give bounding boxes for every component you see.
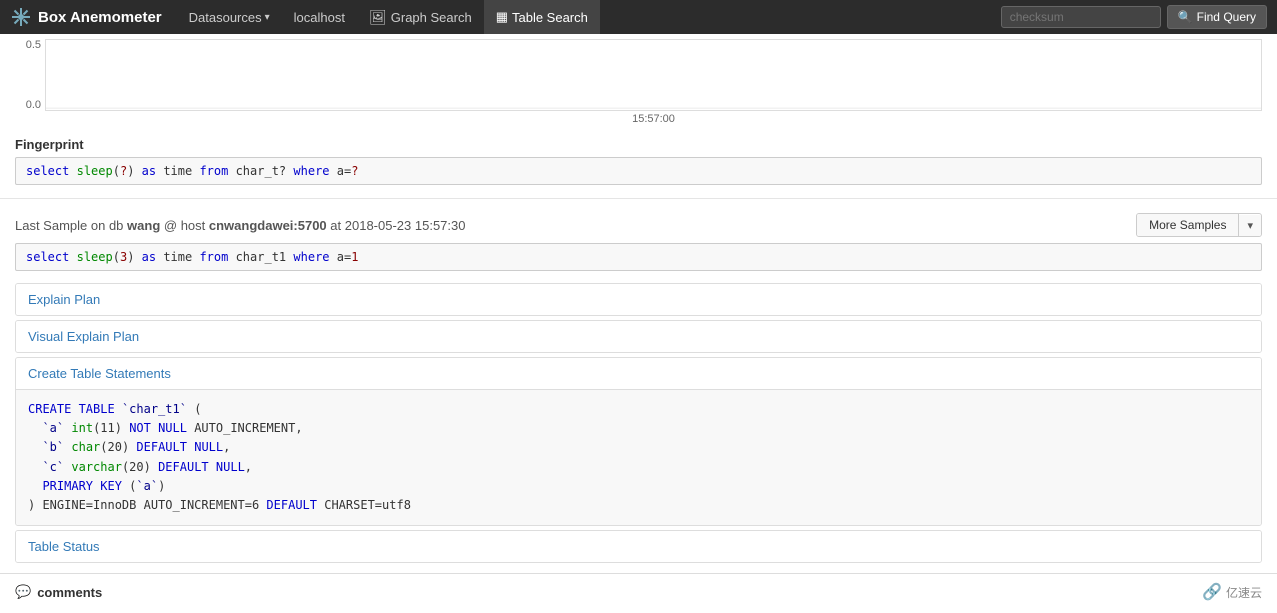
nav-item-table-search[interactable]: ▦ Table Search	[484, 0, 600, 34]
comments-icon: 💬	[15, 584, 31, 600]
create-table-header[interactable]: Create Table Statements	[16, 358, 1261, 389]
chart-area: 0.5 0.0 15:57:00	[0, 34, 1277, 129]
fingerprint-label: Fingerprint	[15, 137, 1262, 152]
chart-wrapper: 0.5 0.0	[15, 39, 1262, 111]
visual-explain-header[interactable]: Visual Explain Plan	[16, 321, 1261, 352]
comments-label: comments	[37, 585, 102, 600]
x-axis-label: 15:57:00	[45, 113, 1262, 125]
content: 0.5 0.0 15:57:00 Fingerprint select slee…	[0, 34, 1277, 610]
navbar: Box Anemometer Datasources ▾ localhost 🖼…	[0, 0, 1277, 34]
create-table-section: Create Table Statements CREATE TABLE `ch…	[15, 357, 1262, 526]
chart-canvas	[45, 39, 1262, 111]
explain-plan-section: Explain Plan	[15, 283, 1262, 316]
fingerprint-section: Fingerprint select sleep(?) as time from…	[0, 129, 1277, 190]
brand[interactable]: Box Anemometer	[10, 6, 162, 28]
last-sample-code-wrap: select sleep(3) as time from char_t1 whe…	[0, 243, 1277, 279]
table-icon: ▦	[496, 9, 508, 25]
y-bottom-label: 0.0	[15, 99, 41, 111]
more-samples-label: More Samples	[1137, 214, 1239, 236]
y-axis-labels: 0.5 0.0	[15, 39, 45, 111]
create-table-code: CREATE TABLE `char_t1` ( `a` int(11) NOT…	[28, 400, 1249, 515]
find-query-button[interactable]: 🔍 Find Query	[1167, 5, 1267, 29]
search-icon: 🔍	[1178, 10, 1193, 24]
brand-label: Box Anemometer	[38, 9, 162, 26]
table-status-section: Table Status	[15, 530, 1262, 563]
more-samples-caret[interactable]: ▾	[1239, 215, 1261, 236]
graph-icon: 🖼	[369, 9, 387, 26]
create-table-body: CREATE TABLE `char_t1` ( `a` int(11) NOT…	[16, 389, 1261, 525]
last-sample-at: at	[330, 218, 344, 233]
last-sample-db: wang	[127, 218, 160, 233]
nav-item-localhost[interactable]: localhost	[282, 0, 357, 34]
visual-explain-section: Visual Explain Plan	[15, 320, 1262, 353]
comments-title: 💬 comments	[15, 584, 102, 600]
y-top-label: 0.5	[15, 39, 41, 51]
table-status-header[interactable]: Table Status	[16, 531, 1261, 562]
table-search-label: Table Search	[512, 10, 588, 25]
last-sample-code: select sleep(3) as time from char_t1 whe…	[15, 243, 1262, 271]
brand-icon: 🔗	[1202, 582, 1222, 602]
search-input[interactable]	[1001, 6, 1161, 28]
footer-brand: 🔗 亿速云	[1202, 582, 1262, 602]
nav-item-graph-search[interactable]: 🖼 Graph Search	[357, 0, 484, 34]
fingerprint-code: select sleep(?) as time from char_t? whe…	[15, 157, 1262, 185]
datasources-label: Datasources	[189, 10, 262, 25]
last-sample-date: 2018-05-23 15:57:30	[345, 218, 466, 233]
comments-section: 💬 comments 🔗 亿速云	[0, 573, 1277, 610]
last-sample-header: Last Sample on db wang @ host cnwangdawe…	[0, 207, 1277, 243]
last-sample-at-host: @ host	[164, 218, 209, 233]
datasources-caret: ▾	[265, 12, 270, 23]
graph-search-label: Graph Search	[391, 10, 472, 25]
more-samples-btn[interactable]: More Samples ▾	[1136, 213, 1262, 237]
brand-name: 亿速云	[1226, 584, 1262, 601]
explain-plan-header[interactable]: Explain Plan	[16, 284, 1261, 315]
last-sample-host: cnwangdawei:5700	[209, 218, 327, 233]
divider-1	[0, 198, 1277, 199]
logo-icon	[10, 6, 32, 28]
navbar-right: 🔍 Find Query	[1001, 5, 1267, 29]
nav-item-datasources[interactable]: Datasources ▾	[177, 0, 282, 34]
last-sample-prefix: Last Sample on db	[15, 218, 127, 233]
last-sample-text: Last Sample on db wang @ host cnwangdawe…	[15, 218, 465, 233]
localhost-label: localhost	[294, 10, 345, 25]
